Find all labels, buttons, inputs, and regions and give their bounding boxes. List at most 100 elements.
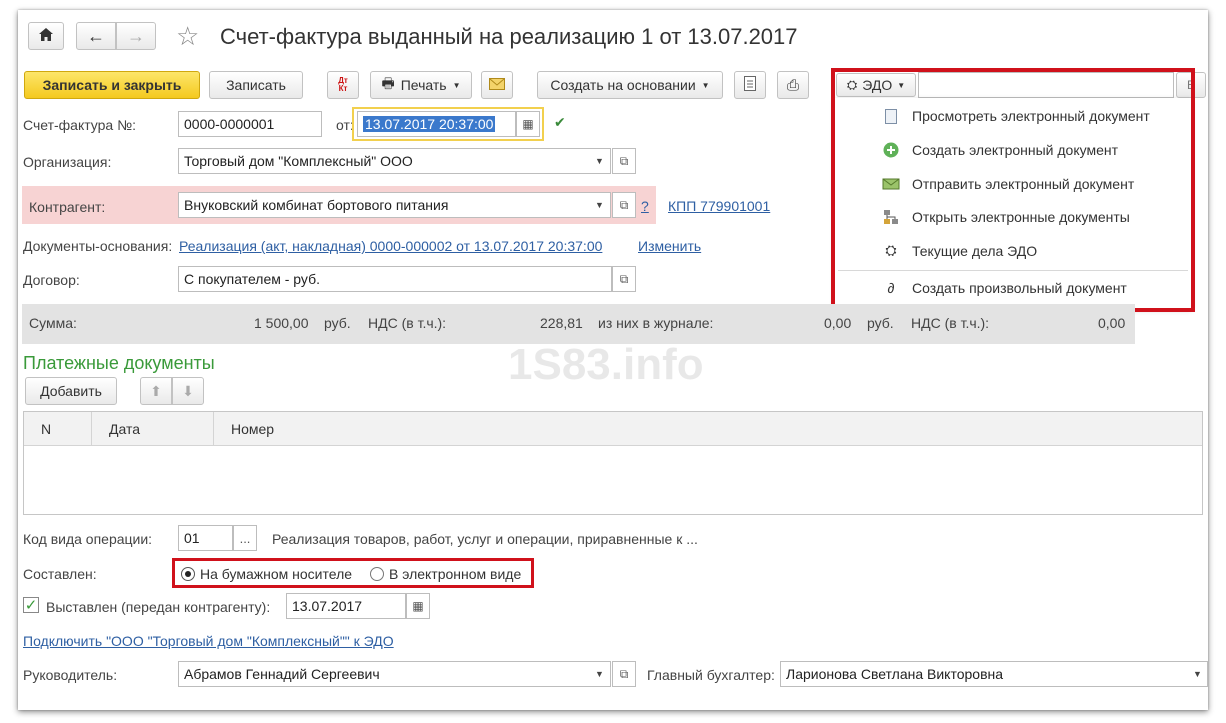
currency-2: руб. xyxy=(867,315,894,331)
chevron-down-icon: ▼ xyxy=(595,200,604,210)
edo-highlight-frame xyxy=(831,68,1195,312)
contractor-label: Контрагент: xyxy=(29,199,106,215)
envelope-icon xyxy=(489,77,505,93)
radio-selected-icon xyxy=(181,567,195,581)
report-button[interactable] xyxy=(734,71,766,99)
arrow-down-icon: ⬇ xyxy=(182,382,194,399)
kpp-link[interactable]: КПП 779901001 xyxy=(668,198,770,214)
org-open-button[interactable]: ⧉ xyxy=(612,148,636,174)
change-link[interactable]: Изменить xyxy=(638,238,701,254)
head-value: Абрамов Геннадий Сергеевич xyxy=(184,666,380,682)
add-payment-button[interactable]: Добавить xyxy=(25,377,117,405)
contract-field[interactable]: С покупателем - руб. xyxy=(178,266,612,292)
chief-dropdown[interactable]: ▼ xyxy=(1188,661,1208,687)
op-code-select-button[interactable]: ... xyxy=(233,525,257,551)
contract-open-button[interactable]: ⧉ xyxy=(612,266,636,292)
col-date-label: Дата xyxy=(109,421,141,437)
move-up-button[interactable]: ⬆ xyxy=(140,377,172,405)
checkmark-icon: ✓ xyxy=(24,597,38,614)
issued-date-field[interactable]: 13.07.2017 xyxy=(286,593,406,619)
save-button[interactable]: Записать xyxy=(209,71,303,99)
dt-kt-icon: Дт Кт xyxy=(338,76,348,93)
contractor-field[interactable]: Внуковский комбинат бортового питания xyxy=(178,192,590,218)
docs-link[interactable]: Реализация (акт, накладная) 0000-000002 … xyxy=(179,238,602,254)
org-label: Организация: xyxy=(23,154,112,170)
issued-calendar-button[interactable]: ▦ xyxy=(406,593,430,619)
contractor-open-button[interactable]: ⧉ xyxy=(612,192,636,218)
org-field[interactable]: Торговый дом "Комплексный" ООО xyxy=(178,148,590,174)
col-number[interactable]: Номер xyxy=(214,412,614,446)
printer-icon: 🖶 xyxy=(381,75,395,91)
chevron-down-icon: ▼ xyxy=(452,80,461,90)
contract-value: С покупателем - руб. xyxy=(184,271,321,287)
radio-electronic[interactable]: В электронном виде xyxy=(370,566,521,582)
chief-label: Главный бухгалтер: xyxy=(647,667,775,683)
invoice-no-value: 0000-0000001 xyxy=(184,116,275,132)
attach-button[interactable]: ⎙ xyxy=(777,71,809,99)
move-down-button[interactable]: ⬇ xyxy=(172,377,204,405)
open-icon: ⧉ xyxy=(619,666,629,681)
head-label: Руководитель: xyxy=(23,667,118,683)
issued-date-value: 13.07.2017 xyxy=(292,598,363,614)
composed-label: Составлен: xyxy=(23,566,97,582)
head-dropdown[interactable]: ▼ xyxy=(589,661,611,687)
chief-value: Ларионова Светлана Викторовна xyxy=(786,666,1004,682)
chevron-down-icon: ▼ xyxy=(595,669,604,679)
print-button[interactable]: 🖶 Печать ▼ xyxy=(370,71,472,99)
report-icon xyxy=(744,76,756,94)
sum-label: Сумма: xyxy=(29,315,77,331)
op-code-label: Код вида операции: xyxy=(23,531,153,547)
head-open-button[interactable]: ⧉ xyxy=(612,661,636,687)
open-icon: ⧉ xyxy=(619,197,629,212)
document-window: ← → ☆ Счет-фактура выданный на реализаци… xyxy=(18,10,1208,710)
issued-label: Выставлен (передан контрагенту): xyxy=(46,599,271,615)
col-number-label: Номер xyxy=(231,421,275,437)
watermark: 1S83.info xyxy=(508,340,704,389)
connect-edo-link[interactable]: Подключить "ООО "Торговый дом "Комплексн… xyxy=(23,633,394,649)
calendar-button[interactable]: ▦ xyxy=(516,111,540,137)
vat-value-2: 0,00 xyxy=(1098,315,1126,331)
date-field[interactable]: 13.07.2017 20:37:00 xyxy=(357,111,516,137)
chief-field[interactable]: Ларионова Светлана Викторовна xyxy=(780,661,1190,687)
back-button[interactable]: ← xyxy=(76,22,116,50)
arrow-right-icon: → xyxy=(127,25,145,46)
journal-label: из них в журнале: xyxy=(598,315,714,331)
org-value: Торговый дом "Комплексный" ООО xyxy=(184,153,413,169)
create-based-button[interactable]: Создать на основании ▼ xyxy=(537,71,723,99)
open-icon: ⧉ xyxy=(619,153,629,168)
org-dropdown[interactable]: ▼ xyxy=(589,148,611,174)
home-icon xyxy=(38,27,54,45)
arrow-left-icon: ← xyxy=(87,25,105,46)
dt-kt-button[interactable]: Дт Кт xyxy=(327,71,359,99)
op-code-field[interactable]: 01 xyxy=(178,525,233,551)
save-close-button[interactable]: Записать и закрыть xyxy=(24,71,200,99)
radio-paper[interactable]: На бумажном носителе xyxy=(181,566,352,582)
col-n[interactable]: N xyxy=(24,412,92,446)
email-button[interactable] xyxy=(481,71,513,99)
radio-empty-icon xyxy=(370,567,384,581)
docs-label: Документы-основания: xyxy=(23,238,173,254)
journal-sum: 0,00 xyxy=(824,315,852,331)
home-button[interactable] xyxy=(28,22,64,50)
col-date[interactable]: Дата xyxy=(92,412,214,446)
help-link[interactable]: ? xyxy=(641,198,649,214)
paperclip-icon: ⎙ xyxy=(786,76,799,94)
chevron-down-icon: ▼ xyxy=(1193,669,1202,679)
issued-checkbox[interactable]: ✓ xyxy=(23,597,39,614)
arrow-up-icon: ⬆ xyxy=(150,382,162,399)
forward-button[interactable]: → xyxy=(116,22,156,50)
invoice-no-label: Счет-фактура №: xyxy=(23,117,137,133)
sum-value: 1 500,00 xyxy=(254,315,309,331)
op-description: Реализация товаров, работ, услуг и опера… xyxy=(272,531,698,547)
head-field[interactable]: Абрамов Геннадий Сергеевич xyxy=(178,661,590,687)
col-n-label: N xyxy=(41,421,52,437)
open-icon: ⧉ xyxy=(619,271,629,286)
check-doc-icon[interactable]: ✔ xyxy=(554,114,566,131)
star-icon[interactable]: ☆ xyxy=(176,22,199,50)
invoice-no-field[interactable]: 0000-0000001 xyxy=(178,111,322,137)
contract-label: Договор: xyxy=(23,272,80,288)
vat-value-1: 228,81 xyxy=(540,315,583,331)
vat-label-2: НДС (в т.ч.): xyxy=(911,315,990,331)
contractor-dropdown[interactable]: ▼ xyxy=(589,192,611,218)
contractor-value: Внуковский комбинат бортового питания xyxy=(184,197,449,213)
